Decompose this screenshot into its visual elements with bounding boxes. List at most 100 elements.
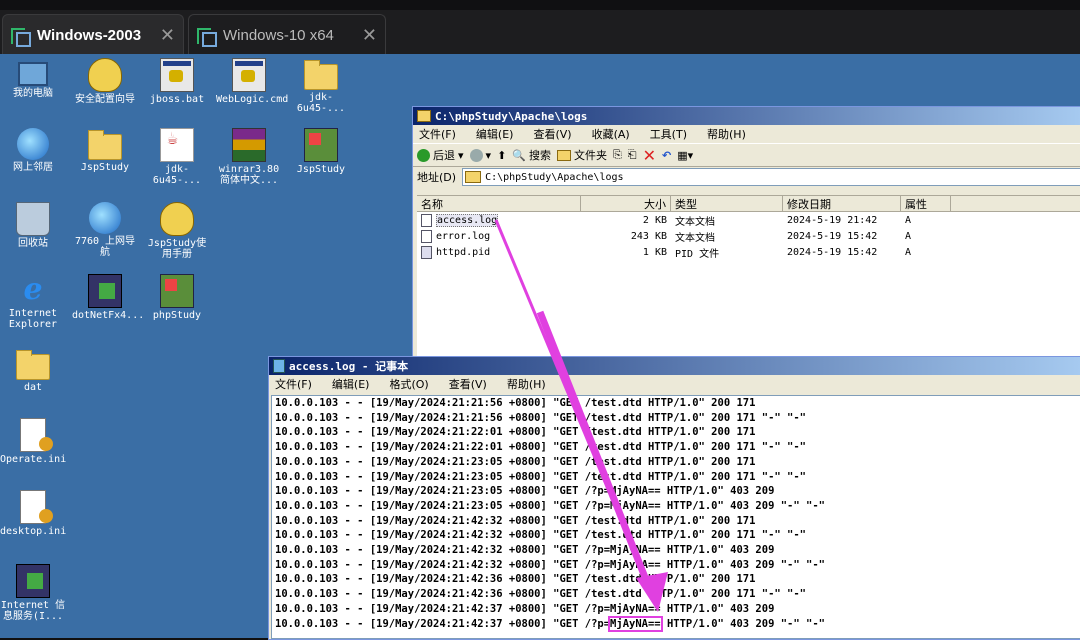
ini-file-icon: [20, 490, 53, 524]
menu-file[interactable]: 文件(F): [275, 376, 312, 392]
icon-label: 安全配置向导: [75, 94, 135, 105]
menu-view[interactable]: 查看(V): [449, 376, 487, 392]
file-size: 1 KB: [642, 246, 667, 258]
undo-icon[interactable]: ↶: [662, 149, 671, 162]
up-folder-button[interactable]: ⬆: [497, 149, 506, 162]
icon-label: jdk-6u45-...: [296, 92, 346, 114]
menu-file[interactable]: 文件(F): [419, 126, 456, 142]
menu-view[interactable]: 查看(V): [533, 126, 571, 142]
file-attr: A: [905, 246, 912, 258]
file-row-access-log[interactable]: access.log 2 KB 文本文档 2024-5-19 21:42 A: [417, 212, 1080, 228]
column-date[interactable]: 修改日期: [783, 196, 901, 211]
desktop-icon-security-wizard[interactable]: 安全配置向导: [72, 58, 138, 105]
tab-windows-2003[interactable]: Windows-2003 ✕: [2, 14, 184, 55]
file-type: 文本文档: [675, 216, 715, 228]
desktop-icon-jspstudy-manual[interactable]: JspStudy使用手册: [144, 202, 210, 260]
forward-button[interactable]: ▾: [469, 148, 491, 162]
menu-edit[interactable]: 编辑(E): [332, 376, 370, 392]
icon-label: 7760 上网导航: [74, 236, 136, 258]
tab-label: Windows-2003: [37, 26, 142, 44]
desktop-icon-operate-ini[interactable]: Operate.ini: [0, 418, 66, 465]
column-name[interactable]: 名称: [417, 196, 581, 211]
menu-favorites[interactable]: 收藏(A): [592, 126, 630, 142]
desktop-icon-dat-folder[interactable]: dat: [0, 348, 66, 393]
desktop-icon-winrar[interactable]: winrar3.80 简体中文...: [216, 128, 282, 186]
menu-edit[interactable]: 编辑(E): [476, 126, 514, 142]
delete-icon[interactable]: ✕: [643, 146, 656, 165]
icon-label: jdk-6u45-...: [152, 164, 202, 186]
host-tab-bar: Windows-2003 ✕ Windows-10 x64 ✕: [0, 0, 1080, 55]
file-name: error.log: [436, 230, 491, 242]
text-file-icon: [421, 213, 432, 227]
column-size[interactable]: 大小: [581, 196, 671, 211]
desktop-icon-jspstudy-app[interactable]: JspStudy: [288, 128, 354, 175]
desktop-icon-recycle-bin[interactable]: 回收站: [0, 202, 66, 249]
move-to-button[interactable]: ⎘: [613, 148, 622, 162]
desktop-icon-phpstudy[interactable]: phpStudy: [144, 274, 210, 321]
icon-label: phpStudy: [152, 310, 202, 321]
address-value: C:\phpStudy\Apache\logs: [485, 171, 624, 183]
menu-format[interactable]: 格式(O): [389, 376, 428, 392]
address-input[interactable]: C:\phpStudy\Apache\logs: [462, 168, 1080, 186]
desktop-icon-internet-explorer[interactable]: e Internet Explorer: [0, 274, 66, 331]
log-line: 10.0.0.103 - - [19/May/2024:21:42:32 +08…: [275, 529, 807, 542]
file-list: 名称 大小 类型 修改日期 属性 access.log 2 KB 文本文档 20…: [417, 195, 1080, 367]
vm-icon: [197, 26, 217, 47]
ie-shortcut-icon: [89, 202, 121, 234]
file-date: 2024-5-19 15:42: [787, 246, 878, 258]
notepad-titlebar[interactable]: access.log - 记事本: [269, 357, 1080, 375]
desktop-icon-my-computer[interactable]: 我的电脑: [0, 58, 66, 99]
icon-label: 网上邻居: [13, 162, 53, 173]
recycle-bin-icon: [16, 202, 50, 236]
icon-label: Internet Explorer: [8, 308, 58, 330]
desktop-icon-desktop-ini[interactable]: desktop.ini: [0, 490, 66, 537]
desktop-icon-iis[interactable]: Internet 信息服务(I...: [0, 564, 66, 622]
text-file-icon: [421, 229, 432, 243]
explorer-titlebar[interactable]: C:\phpStudy\Apache\logs: [413, 107, 1080, 125]
notepad-text-area[interactable]: 10.0.0.103 - - [19/May/2024:21:21:56 +08…: [271, 395, 1080, 639]
menu-help[interactable]: 帮助(H): [507, 376, 546, 392]
desktop-icon-7760-nav[interactable]: 7760 上网导航: [72, 202, 138, 258]
host-top-strip: [0, 0, 1080, 10]
address-bar: 地址(D) C:\phpStudy\Apache\logs: [413, 167, 1080, 187]
folder-icon: [465, 171, 482, 183]
highlighted-token: MjAyNA==: [608, 615, 663, 632]
file-row-httpd-pid[interactable]: httpd.pid 1 KB PID 文件 2024-5-19 15:42 A: [417, 244, 1080, 260]
log-line: 10.0.0.103 - - [19/May/2024:21:42:32 +08…: [275, 544, 775, 557]
log-line: 10.0.0.103 - - [19/May/2024:21:21:56 +08…: [275, 411, 807, 424]
log-line: 10.0.0.103 - - [19/May/2024:21:21:56 +08…: [275, 397, 756, 409]
menu-help[interactable]: 帮助(H): [707, 126, 746, 142]
column-attr[interactable]: 属性: [901, 196, 951, 211]
file-list-header: 名称 大小 类型 修改日期 属性: [417, 196, 1080, 212]
log-line: 10.0.0.103 - - [19/May/2024:21:22:01 +08…: [275, 441, 807, 454]
back-button[interactable]: 后退 ▾: [417, 147, 464, 163]
desktop-icon-network[interactable]: 网上邻居: [0, 128, 66, 173]
views-icon[interactable]: ▦▾: [677, 149, 693, 162]
back-label: 后退: [433, 149, 455, 162]
copy-to-button[interactable]: ⎗: [628, 148, 637, 162]
shortcut-icon: [160, 202, 194, 236]
desktop-icon-jdk-folder[interactable]: jdk-6u45-...: [288, 58, 354, 114]
log-line-last: 10.0.0.103 - - [19/May/2024:21:42:37 +08…: [275, 615, 1080, 632]
desktop-icon-dotnet[interactable]: dotNetFx4...: [72, 274, 144, 321]
menu-tools[interactable]: 工具(T): [650, 126, 687, 142]
forward-arrow-icon: [469, 148, 483, 162]
search-label: 搜索: [528, 149, 551, 162]
desktop-icon-jdk-installer[interactable]: jdk-6u45-...: [144, 128, 210, 186]
notepad-menubar: 文件(F) 编辑(E) 格式(O) 查看(V) 帮助(H): [269, 375, 1080, 393]
log-line-suffix: HTTP/1.0" 403 209 "-" "-": [660, 617, 825, 630]
folders-button[interactable]: 文件夹: [556, 147, 607, 163]
icon-label: dotNetFx4...: [72, 310, 145, 321]
desktop-icon-jspstudy-folder[interactable]: JspStudy: [72, 128, 138, 173]
column-type[interactable]: 类型: [671, 196, 783, 211]
search-button[interactable]: 🔍 搜索: [512, 147, 551, 163]
folder-icon: [16, 350, 50, 380]
close-icon[interactable]: ✕: [362, 25, 377, 46]
file-row-error-log[interactable]: error.log 243 KB 文本文档 2024-5-19 15:42 A: [417, 228, 1080, 244]
desktop-icon-jboss[interactable]: jboss.bat: [144, 58, 210, 105]
desktop-icon-weblogic[interactable]: WebLogic.cmd: [216, 58, 288, 105]
close-icon[interactable]: ✕: [160, 25, 175, 46]
tab-windows-10[interactable]: Windows-10 x64 ✕: [188, 14, 386, 55]
icon-label: jboss.bat: [149, 94, 205, 105]
tab-label: Windows-10 x64: [223, 26, 334, 44]
